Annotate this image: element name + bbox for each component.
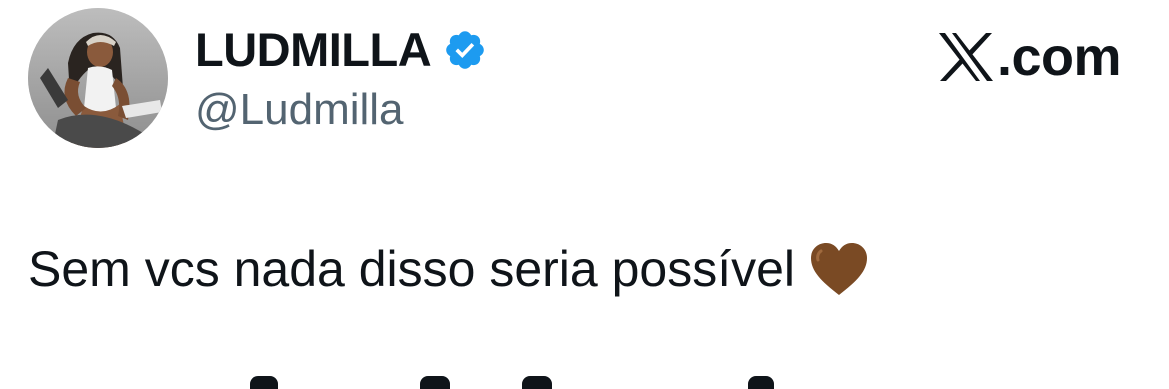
verified-badge-icon	[446, 30, 484, 69]
truncated-next-line	[0, 376, 1169, 389]
source-domain: .com	[996, 27, 1122, 87]
tweet-body: Sem vcs nada disso seria possível	[28, 241, 796, 297]
avatar[interactable]	[28, 8, 168, 148]
avatar-photo	[28, 8, 168, 148]
tweet-text: Sem vcs nada disso seria possível	[28, 241, 869, 297]
x-logo-icon	[938, 33, 993, 81]
author-name-row: LUDMILLA	[195, 26, 487, 73]
brown-heart-icon	[811, 243, 868, 295]
display-name[interactable]: LUDMILLA	[195, 26, 432, 73]
author-handle[interactable]: @Ludmilla	[195, 88, 404, 132]
source-brand[interactable]: .com	[937, 27, 1122, 87]
